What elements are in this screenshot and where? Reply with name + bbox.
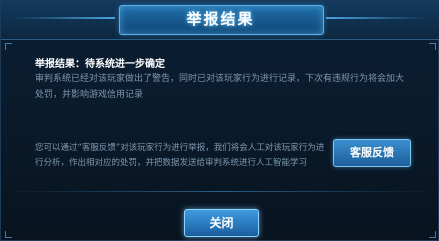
result-status-heading: 举报结果：待系统进一步确定 [35, 59, 165, 70]
divider [1, 191, 439, 192]
title-decoration-left [15, 17, 115, 19]
report-result-dialog: 举报结果 举报结果：待系统进一步确定 审判系统已经对该玩家做出了警告，同时已对该… [0, 0, 439, 241]
corner-decoration [5, 43, 12, 50]
close-button[interactable]: 关闭 [184, 209, 259, 237]
title-bar: 举报结果 [1, 1, 439, 40]
feedback-description: 您可以通过“客服反馈”对该玩家行为进行举报，我们将会人工对该玩家行为进行分析，作… [35, 143, 325, 168]
corner-decoration [429, 43, 436, 50]
corner-decoration [5, 231, 12, 238]
title-decoration-right [326, 17, 426, 19]
customer-service-feedback-button[interactable]: 客服反馈 [333, 139, 411, 167]
corner-decoration [429, 231, 436, 238]
dialog-title: 举报结果 [186, 10, 255, 28]
result-description: 审判系统已经对该玩家做出了警告，同时已对该玩家行为进行记录，下次有违规行为将会加… [35, 74, 405, 100]
